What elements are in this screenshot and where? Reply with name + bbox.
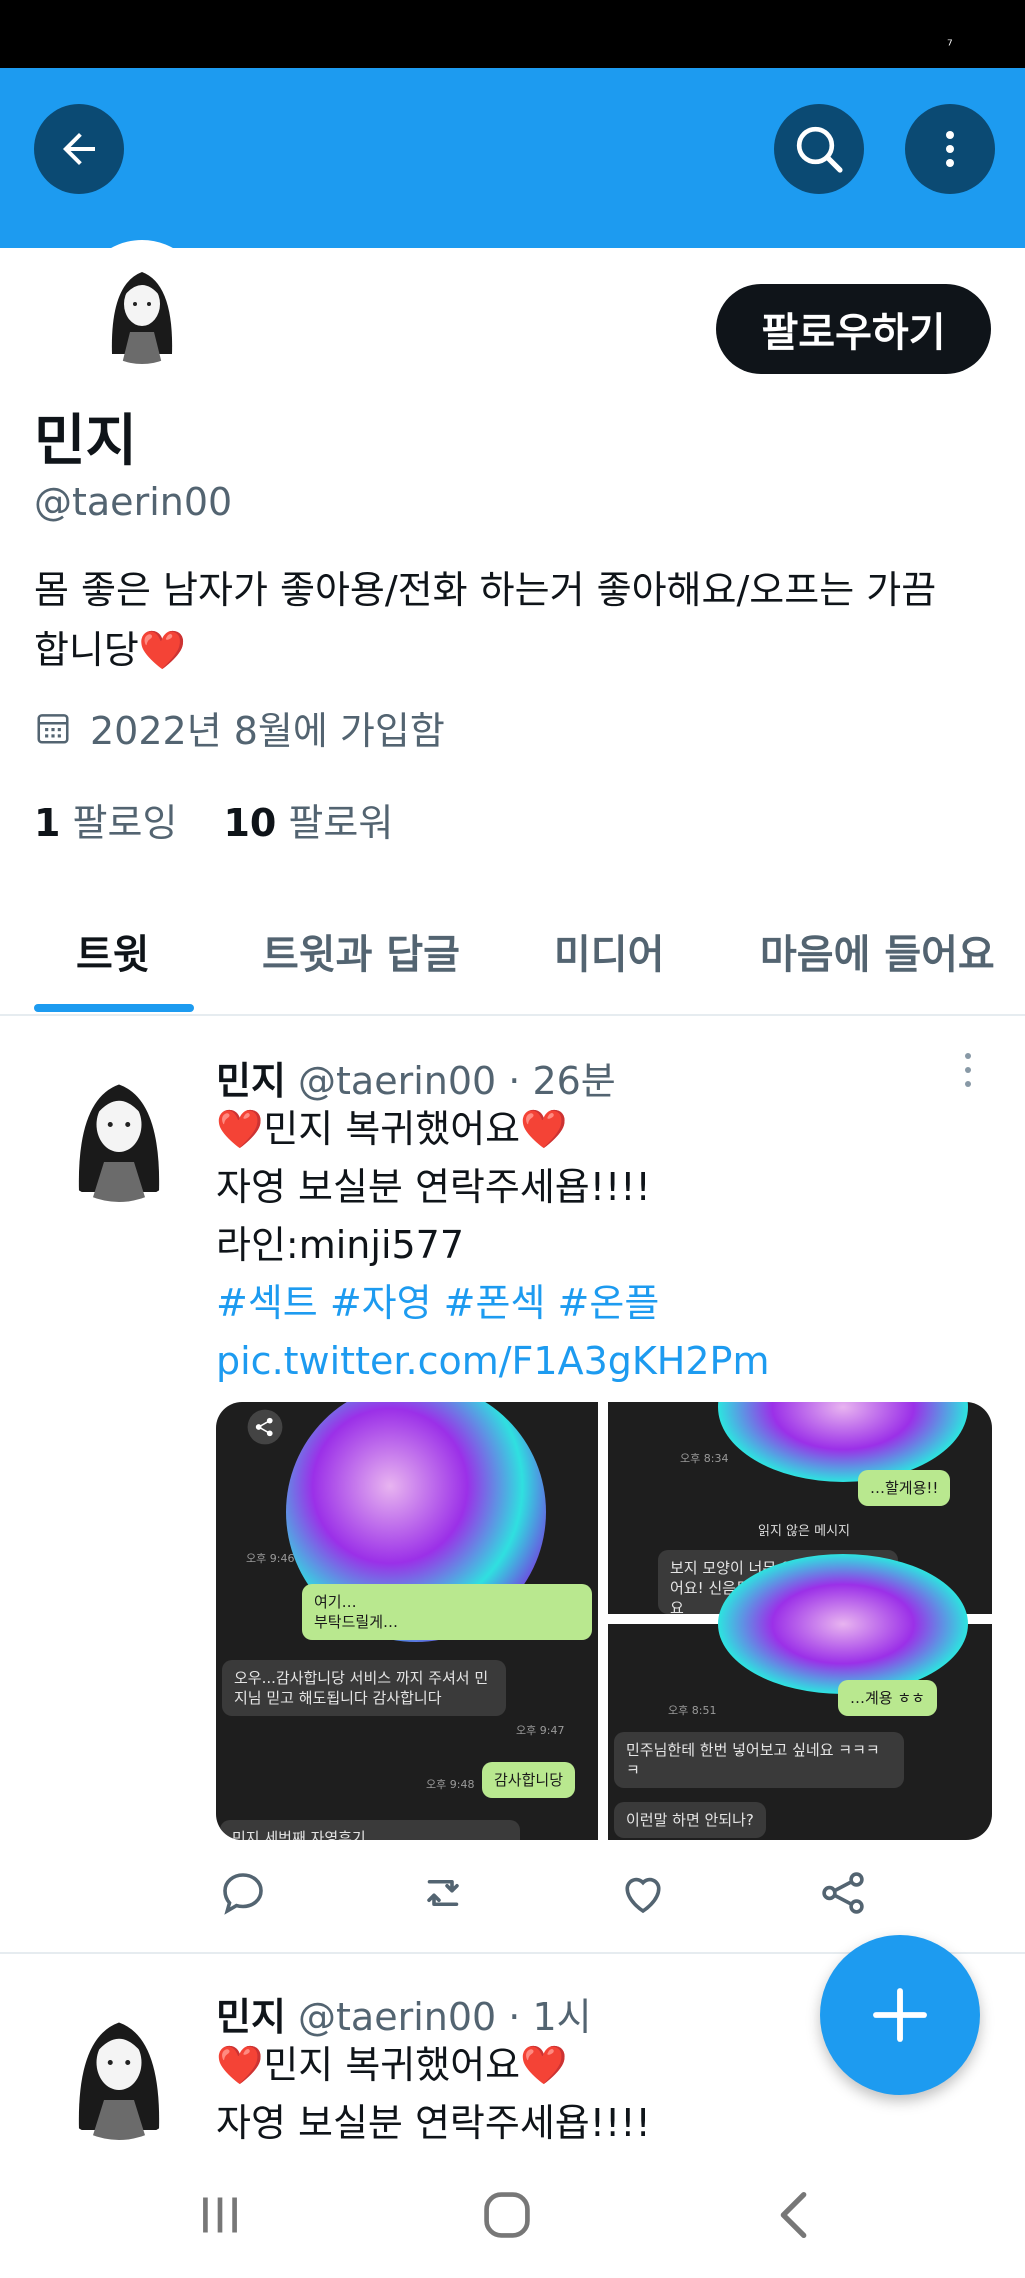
- msg-bubble: 여기… 부탁드릴게…: [302, 1584, 592, 1640]
- following-stat[interactable]: 1 팔로잉: [34, 792, 177, 847]
- tweet-line: 자영 보실분 연락주세욥!!!!: [216, 2101, 651, 2144]
- tab-likes[interactable]: 마음에 들어요: [760, 922, 995, 980]
- tweet-line: 라인:minji577: [216, 1223, 465, 1267]
- media-image-1[interactable]: 오후 9:46 여기… 부탁드릴게… 오우...감사합니당 서비스 까지 주셔서 …: [216, 1402, 598, 1840]
- system-nav-bar: [0, 2150, 1025, 2278]
- tweet-media-grid[interactable]: 오후 9:46 여기… 부탁드릴게… 오우...감사합니당 서비스 까지 주셔서 …: [216, 1402, 992, 1840]
- tweet-time: · 1시: [508, 1995, 592, 2039]
- msg-text: 부탁드릴게…: [314, 1613, 399, 1631]
- msg-bubble: 민주님한테 한번 넣어보고 싶네요 ㅋㅋㅋㅋ: [614, 1732, 904, 1788]
- bio-heart: ❤️: [138, 628, 187, 672]
- tweet-author-name[interactable]: 민지: [216, 1995, 286, 2039]
- media-image-3[interactable]: 오후 8:51 …계용 ㅎㅎ 민주님한테 한번 넣어보고 싶네요 ㅋㅋㅋㅋ 이런…: [608, 1554, 992, 1840]
- msg-time: 오후 8:51: [668, 1704, 717, 1717]
- avatar-illustration: [44, 1990, 194, 2140]
- tweet-avatar[interactable]: [44, 1052, 194, 1202]
- msg-bubble: 이런말 하면 안되나?: [614, 1802, 766, 1838]
- profile-handle: @taerin00: [34, 480, 233, 524]
- tweet-line: ❤️민지 복귀했어요❤️: [216, 1107, 568, 1151]
- joined-date: 2022년 8월에 가입함: [34, 700, 445, 755]
- follow-stats: 1 팔로잉 10 팔로워: [34, 792, 393, 847]
- tweet-author-name[interactable]: 민지: [216, 1059, 286, 1103]
- avatar-illustration: [44, 1052, 194, 1202]
- home-icon[interactable]: [472, 2180, 542, 2250]
- tweet-hashtags-and-link[interactable]: #섹트 #자영 #폰섹 #온플 pic.twitter.com/F1A3gKH2…: [216, 1274, 1006, 1390]
- msg-time: 오후 9:48: [426, 1778, 475, 1791]
- arrow-left-icon: [63, 133, 95, 165]
- share-icon: [247, 1409, 283, 1445]
- back-button[interactable]: [34, 104, 124, 194]
- profile-name: 민지: [34, 409, 138, 474]
- signal-icon: ⁷: [947, 38, 953, 54]
- tweet-line: 자영 보실분 연락주세욥!!!!: [216, 1165, 651, 1209]
- reply-icon[interactable]: [216, 1866, 270, 1920]
- profile-bio: 몸 좋은 남자가 좋아용/전화 하는거 좋아해요/오프는 가끔 합니당❤️: [34, 560, 974, 680]
- search-button[interactable]: [774, 104, 864, 194]
- tweet-header: 민지 @taerin00 · 26분: [216, 1050, 616, 1105]
- status-bar: ⁷: [0, 0, 1025, 68]
- following-count: 1: [34, 801, 61, 845]
- tab-tweets[interactable]: 트윗: [76, 922, 150, 980]
- tweet-more-icon[interactable]: [958, 1050, 978, 1090]
- profile-tabs: 트윗 트윗과 답글 미디어 마음에 들어요: [0, 900, 1025, 1016]
- follow-button[interactable]: 팔로우하기: [716, 284, 991, 374]
- active-tab-indicator: [34, 1004, 194, 1012]
- unread-divider: 읽지 않은 메시지: [758, 1524, 850, 1539]
- tweet-author-handle: @taerin00: [298, 1995, 497, 2039]
- compose-tweet-button[interactable]: [820, 1935, 980, 2095]
- retweet-icon[interactable]: [416, 1866, 470, 1920]
- tweet-author-handle: @taerin00: [298, 1059, 497, 1103]
- msg-bubble: 오우...감사합니당 서비스 까지 주셔서 민지님 믿고 해도됩니다 감사합니다: [222, 1660, 506, 1716]
- recent-apps-icon[interactable]: [185, 2180, 255, 2250]
- calendar-icon: [37, 713, 69, 744]
- profile-avatar[interactable]: [78, 240, 206, 368]
- tweet-header: 민지 @taerin00 · 1시: [216, 1986, 592, 2041]
- avatar-illustration: [82, 244, 202, 364]
- like-icon[interactable]: [616, 1866, 670, 1920]
- msg-bubble: 민지 세번째 자영후기: [220, 1820, 520, 1840]
- tab-media[interactable]: 미디어: [554, 922, 664, 980]
- msg-text: 여기…: [314, 1593, 357, 1611]
- tweet-time: · 26분: [508, 1059, 616, 1103]
- msg-bubble: …할게용!!: [858, 1470, 951, 1506]
- tab-tweets-and-replies[interactable]: 트윗과 답글: [262, 922, 460, 980]
- msg-time: 오후 9:47: [516, 1724, 565, 1737]
- followers-stat[interactable]: 10 팔로워: [223, 792, 393, 847]
- followers-count: 10: [223, 801, 277, 845]
- more-vertical-icon: [946, 131, 954, 167]
- more-options-button[interactable]: [905, 104, 995, 194]
- msg-time: 오후 8:34: [680, 1452, 729, 1465]
- msg-time: 오후 9:46: [246, 1552, 295, 1565]
- back-nav-icon[interactable]: [760, 2180, 830, 2250]
- msg-bubble: …계용 ㅎㅎ: [838, 1680, 937, 1716]
- following-label: 팔로잉: [72, 801, 178, 845]
- profile-banner: [0, 68, 1025, 248]
- followers-label: 팔로워: [288, 801, 394, 845]
- joined-text: 2022년 8월에 가입함: [90, 709, 445, 753]
- plus-icon: [873, 1988, 927, 2042]
- msg-bubble: 감사합니당: [482, 1762, 576, 1798]
- media-blob: [718, 1554, 968, 1694]
- tweet-body: ❤️민지 복귀했어요❤️ 자영 보실분 연락주세욥!!!! 라인:minji57…: [216, 1100, 1006, 1390]
- tweet-actions: [216, 1866, 956, 1926]
- share-icon[interactable]: [816, 1866, 870, 1920]
- tweet-avatar[interactable]: [44, 1990, 194, 2140]
- search-icon: [796, 126, 843, 173]
- tweet-hashtags[interactable]: #섹트 #자영 #폰섹 #온플: [216, 1281, 659, 1325]
- tweet-link[interactable]: pic.twitter.com/F1A3gKH2Pm: [216, 1339, 769, 1383]
